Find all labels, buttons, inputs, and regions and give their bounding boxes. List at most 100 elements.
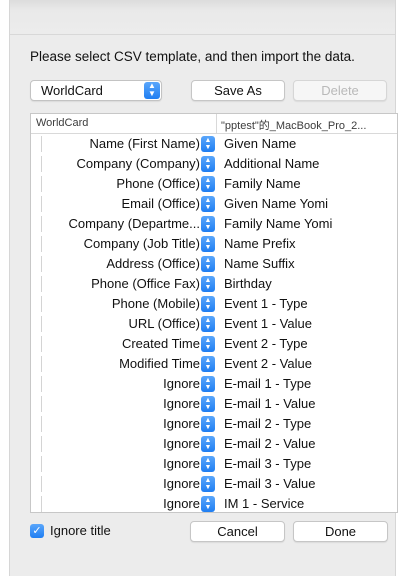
checkmark-icon: ✓ — [32, 525, 42, 537]
target-field-label: E-mail 2 - Type — [224, 416, 312, 431]
target-field-label: E-mail 3 - Type — [224, 456, 312, 471]
row-indent-line — [41, 136, 42, 152]
done-button[interactable]: Done — [293, 521, 388, 542]
table-row: Phone (Mobile) ▲ ▼ Event 1 - Type — [31, 294, 397, 314]
mapping-popup[interactable]: Name (First Name) ▲ ▼ — [89, 135, 215, 152]
mapping-table: WorldCard "pptest"的_MacBook_Pro_2... Nam… — [30, 113, 398, 513]
mapping-popup[interactable]: Ignore ▲ ▼ — [163, 475, 215, 492]
mapping-popup[interactable]: Ignore ▲ ▼ — [163, 415, 215, 432]
mapping-popup-label: Ignore — [163, 416, 200, 431]
ignore-title-label[interactable]: Ignore title — [50, 523, 111, 538]
target-field-label: E-mail 2 - Value — [224, 436, 316, 451]
mapping-popup[interactable]: Company (Job Title) ▲ ▼ — [84, 235, 215, 252]
table-row: Ignore ▲ ▼ IM 1 - Service — [31, 494, 397, 512]
mapping-popup-label: Email (Office) — [121, 196, 201, 211]
target-field-label: Given Name — [224, 136, 297, 151]
table-row: Ignore ▲ ▼ E-mail 3 - Value — [31, 474, 397, 494]
mapping-popup[interactable]: Address (Office) ▲ ▼ — [106, 255, 215, 272]
mapping-popup[interactable]: Ignore ▲ ▼ — [163, 435, 215, 452]
row-indent-line — [41, 176, 42, 192]
row-indent-line — [41, 416, 42, 432]
chevron-updown-icon: ▲ ▼ — [201, 235, 215, 252]
target-field-label: IM 1 - Service — [224, 496, 305, 511]
row-indent-line — [41, 436, 42, 452]
table-row: Ignore ▲ ▼ E-mail 1 - Type — [31, 374, 397, 394]
target-field-label: Name Prefix — [224, 236, 296, 251]
target-field-label: E-mail 3 - Value — [224, 476, 316, 491]
target-field-label: E-mail 1 - Value — [224, 396, 316, 411]
mapping-popup[interactable]: Phone (Mobile) ▲ ▼ — [112, 295, 215, 312]
row-indent-line — [41, 396, 42, 412]
mapping-popup[interactable]: Phone (Office Fax) ▲ ▼ — [91, 275, 215, 292]
ignore-title-checkbox[interactable]: ✓ — [30, 524, 44, 538]
table-row: Phone (Office) ▲ ▼ Family Name — [31, 174, 397, 194]
chevron-updown-icon: ▲ ▼ — [201, 455, 215, 472]
cancel-button[interactable]: Cancel — [190, 521, 285, 542]
target-field-label: Family Name Yomi — [224, 216, 333, 231]
chevron-updown-icon: ▲ ▼ — [201, 435, 215, 452]
mapping-popup[interactable]: URL (Office) ▲ ▼ — [128, 315, 215, 332]
row-indent-line — [41, 196, 42, 212]
mapping-popup-label: Name (First Name) — [89, 136, 200, 151]
target-field-label: Name Suffix — [224, 256, 295, 271]
mapping-popup[interactable]: Ignore ▲ ▼ — [163, 395, 215, 412]
mapping-popup[interactable]: Ignore ▲ ▼ — [163, 495, 215, 512]
mapping-popup-label: Ignore — [163, 396, 200, 411]
target-field-label: Event 2 - Value — [224, 356, 312, 371]
row-indent-line — [41, 296, 42, 312]
template-select[interactable]: WorldCard ▲ ▼ — [30, 80, 162, 101]
chevron-updown-icon: ▲ ▼ — [201, 135, 215, 152]
mapping-popup[interactable]: Phone (Office) ▲ ▼ — [116, 175, 215, 192]
sheet-top-shadow — [10, 0, 395, 35]
row-indent-line — [41, 376, 42, 392]
mapping-popup-label: Ignore — [163, 476, 200, 491]
table-row: Created Time ▲ ▼ Event 2 - Type — [31, 334, 397, 354]
mapping-popup[interactable]: Ignore ▲ ▼ — [163, 455, 215, 472]
mapping-popup[interactable]: Email (Office) ▲ ▼ — [121, 195, 215, 212]
save-as-button[interactable]: Save As — [191, 80, 285, 101]
table-row: Address (Office) ▲ ▼ Name Suffix — [31, 254, 397, 274]
mapping-popup[interactable]: Company (Departme... ▲ ▼ — [68, 215, 215, 232]
chevron-updown-icon: ▲ ▼ — [201, 415, 215, 432]
row-indent-line — [41, 316, 42, 332]
mapping-popup-label: Phone (Office) — [116, 176, 200, 191]
chevron-updown-icon: ▲ ▼ — [201, 495, 215, 512]
target-field-label: E-mail 1 - Type — [224, 376, 312, 391]
table-rows: Name (First Name) ▲ ▼ Given Name Company (Co… — [31, 134, 397, 512]
table-row: Modified Time ▲ ▼ Event 2 - Value — [31, 354, 397, 374]
chevron-updown-icon: ▲ ▼ — [144, 82, 160, 99]
chevron-updown-icon: ▲ ▼ — [201, 275, 215, 292]
table-row: Ignore ▲ ▼ E-mail 1 - Value — [31, 394, 397, 414]
chevron-updown-icon: ▲ ▼ — [201, 375, 215, 392]
template-select-value: WorldCard — [41, 83, 103, 98]
chevron-updown-icon: ▲ ▼ — [201, 255, 215, 272]
row-indent-line — [41, 236, 42, 252]
mapping-popup[interactable]: Company (Company) ▲ ▼ — [76, 155, 215, 172]
mapping-popup-label: Company (Departme... — [68, 216, 201, 231]
mapping-popup[interactable]: Created Time ▲ ▼ — [122, 335, 215, 352]
target-field-label: Birthday — [224, 276, 272, 291]
instruction-text: Please select CSV template, and then imp… — [30, 49, 355, 64]
column-header-device[interactable]: "pptest"的_MacBook_Pro_2... — [221, 117, 393, 133]
mapping-popup[interactable]: Modified Time ▲ ▼ — [119, 355, 215, 372]
mapping-popup-label: Ignore — [163, 436, 200, 451]
delete-button[interactable]: Delete — [293, 80, 387, 101]
row-indent-line — [41, 256, 42, 272]
table-row: Ignore ▲ ▼ E-mail 3 - Type — [31, 454, 397, 474]
mapping-popup-label: Phone (Office Fax) — [91, 276, 200, 291]
chevron-updown-icon: ▲ ▼ — [201, 155, 215, 172]
column-divider — [216, 114, 217, 133]
table-row: URL (Office) ▲ ▼ Event 1 - Value — [31, 314, 397, 334]
column-header-worldcard[interactable]: WorldCard — [36, 117, 206, 129]
row-indent-line — [41, 456, 42, 472]
mapping-popup-label: Ignore — [163, 456, 200, 471]
chevron-updown-icon: ▲ ▼ — [201, 295, 215, 312]
chevron-updown-icon: ▲ ▼ — [201, 475, 215, 492]
chevron-updown-icon: ▲ ▼ — [201, 175, 215, 192]
mapping-popup[interactable]: Ignore ▲ ▼ — [163, 375, 215, 392]
mapping-popup-label: Company (Job Title) — [83, 236, 200, 251]
target-field-label: Family Name — [224, 176, 301, 191]
target-field-label: Event 2 - Type — [224, 336, 308, 351]
row-indent-line — [41, 496, 42, 512]
target-field-label: Event 1 - Type — [224, 296, 308, 311]
